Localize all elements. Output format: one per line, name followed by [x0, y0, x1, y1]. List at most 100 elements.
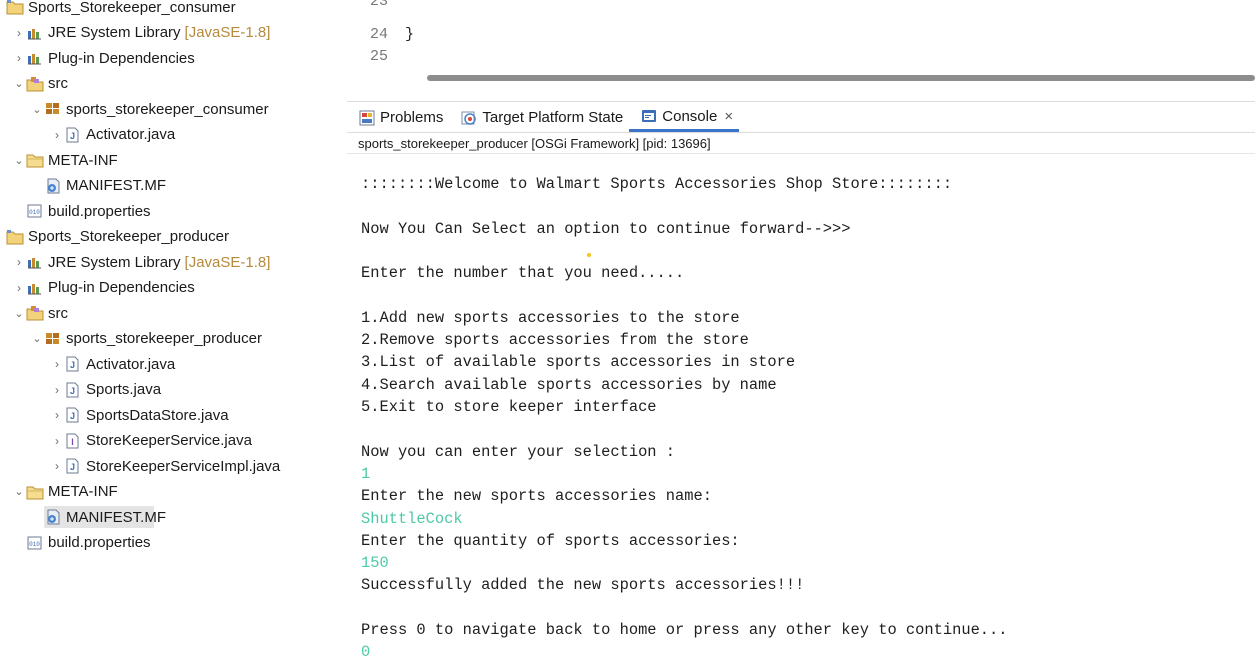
- chevron-right-icon[interactable]: ›: [50, 357, 64, 371]
- console-icon: [641, 108, 657, 124]
- tree-item[interactable]: Sports_Storekeeper_producer: [0, 225, 347, 249]
- package-explorer: Sports_Storekeeper_consumer › JRE System L…: [0, 0, 347, 660]
- tree-item-label: Sports.java: [86, 381, 162, 398]
- code-editor[interactable]: 23 24 } 25: [347, 0, 1255, 92]
- svg-text:010: 010: [29, 541, 40, 548]
- source-folder-icon: [26, 305, 44, 321]
- console-output-line: Now You Can Select an option to continue…: [361, 219, 851, 238]
- console-output-line: Successfully added the new sports access…: [361, 576, 805, 595]
- source-folder-icon: [26, 76, 44, 92]
- tree-item-label: src: [48, 75, 68, 92]
- tree-item[interactable]: › JRE System Library [JavaSE-1.8]: [0, 21, 347, 45]
- chevron-down-icon[interactable]: ⌄: [12, 154, 26, 167]
- tree-item[interactable]: › J Activator.java: [0, 123, 347, 147]
- tab-target-platform-state[interactable]: Target Platform State: [449, 103, 629, 132]
- console-output-line: Enter the number that you need.....: [361, 264, 685, 283]
- java-file-icon: J: [64, 407, 82, 423]
- tab-problems[interactable]: Problems: [347, 103, 449, 132]
- tab-console[interactable]: Console ×: [629, 103, 740, 132]
- tree-item[interactable]: 010 build.properties: [0, 199, 347, 223]
- svg-text:J: J: [70, 462, 75, 472]
- console-input-line: 0: [361, 643, 371, 661]
- tree-item-label: META-INF: [48, 483, 118, 500]
- folder-icon: [26, 484, 44, 500]
- console-output-line: 1.Add new sports accessories to the stor…: [361, 308, 740, 327]
- svg-text:010: 010: [29, 209, 40, 216]
- library-icon: [26, 50, 44, 66]
- console-output-line: ::::::::Welcome to Walmart Sports Access…: [361, 175, 953, 193]
- tree-item-label: StoreKeeperServiceImpl.java: [86, 457, 281, 475]
- console-output-line: 3.List of available sports accessories i…: [361, 353, 796, 372]
- chevron-down-icon[interactable]: ⌄: [30, 332, 44, 345]
- package-icon: [44, 331, 62, 347]
- chevron-right-icon[interactable]: ›: [50, 383, 64, 397]
- tree-item[interactable]: › J Activator.java: [0, 352, 347, 376]
- chevron-right-icon[interactable]: ›: [12, 255, 26, 269]
- tree-item-label: Sports_Storekeeper_producer: [28, 228, 229, 245]
- close-icon[interactable]: ×: [724, 108, 733, 125]
- chevron-down-icon[interactable]: ⌄: [12, 307, 26, 320]
- tab-label: Target Platform State: [482, 109, 624, 126]
- java-file-icon: J: [64, 356, 82, 372]
- tree-item[interactable]: ⌄ META-INF: [0, 148, 347, 172]
- tree-item[interactable]: › J Sports.java: [0, 378, 347, 402]
- chevron-right-icon[interactable]: ›: [50, 459, 64, 473]
- chevron-right-icon[interactable]: ›: [50, 434, 64, 448]
- svg-text:J: J: [70, 131, 75, 141]
- console-input-line: 1: [361, 464, 371, 483]
- tree-item-label: JRE System Library: [48, 253, 181, 271]
- tree-item[interactable]: ⌄ src: [0, 301, 347, 325]
- chevron-down-icon[interactable]: ⌄: [30, 103, 44, 116]
- console-output-line: Press 0 to navigate back to home or pres…: [361, 621, 1008, 639]
- tree-item-label: META-INF: [48, 151, 118, 169]
- console-input-line: ShuttleCock: [361, 509, 463, 528]
- target-platform-icon: [461, 110, 477, 126]
- tree-item[interactable]: ⌄ sports_storekeeper_producer: [0, 327, 347, 351]
- tree-item[interactable]: › JRE System Library [JavaSE-1.8]: [0, 250, 347, 274]
- tree-item[interactable]: ⌄ src: [0, 72, 347, 96]
- chevron-down-icon[interactable]: ⌄: [12, 77, 26, 90]
- tree-item[interactable]: › Plug-in Dependencies: [0, 276, 347, 300]
- tree-item-label: src: [48, 304, 68, 322]
- tree-item[interactable]: › J StoreKeeperServiceImpl.java: [0, 454, 347, 478]
- tree-item[interactable]: › J SportsDataStore.java: [0, 403, 347, 427]
- library-icon: [26, 25, 44, 41]
- tree-item-label: MANIFEST.MF: [66, 508, 166, 526]
- svg-text:J: J: [70, 360, 75, 370]
- console-output[interactable]: ::::::::Welcome to Walmart Sports Access…: [347, 155, 1255, 661]
- tree-item[interactable]: MANIFEST.MF: [0, 174, 347, 198]
- properties-icon: 010: [26, 535, 44, 551]
- chevron-right-icon[interactable]: ›: [12, 26, 26, 40]
- tree-item[interactable]: MANIFEST.MF: [0, 505, 347, 529]
- manifest-icon: [44, 509, 62, 525]
- library-icon: [26, 280, 44, 296]
- problems-icon: [359, 110, 375, 126]
- chevron-right-icon[interactable]: ›: [50, 408, 64, 422]
- line-number: 24: [370, 26, 389, 43]
- tree-item[interactable]: 010 build.properties: [0, 531, 347, 555]
- tree-item-label: Activator.java: [86, 355, 176, 373]
- tree-item[interactable]: › Plug-in Dependencies: [0, 46, 347, 70]
- console-output-line: 2.Remove sports accessories from the sto…: [361, 331, 749, 350]
- chevron-right-icon[interactable]: ›: [12, 281, 26, 295]
- tree-item-label: MANIFEST.MF: [66, 177, 166, 194]
- code-line[interactable]: }: [405, 26, 414, 43]
- tree-item[interactable]: ⌄ META-INF: [0, 480, 347, 504]
- tree-item-label: JRE System Library: [48, 24, 181, 41]
- console-input-line: 150: [361, 554, 389, 573]
- chevron-down-icon[interactable]: ⌄: [12, 485, 26, 498]
- manifest-icon: [44, 178, 62, 194]
- tree-item[interactable]: ⌄ sports_storekeeper_consumer: [0, 97, 347, 121]
- horizontal-scrollbar[interactable]: [427, 75, 1255, 81]
- chevron-right-icon[interactable]: ›: [50, 128, 64, 142]
- tree-item-label: sports_storekeeper_consumer: [66, 100, 269, 118]
- tree-item[interactable]: Sports_Storekeeper_consumer: [0, 0, 347, 19]
- chevron-right-icon[interactable]: ›: [12, 51, 26, 65]
- tree-item[interactable]: › I StoreKeeperService.java: [0, 429, 347, 453]
- tab-label: Console: [662, 107, 718, 125]
- svg-text:J: J: [70, 411, 75, 421]
- interface-file-icon: I: [64, 433, 82, 449]
- tree-item-label: build.properties: [48, 202, 151, 220]
- views-tab-bar: Problems Target Platform State Console ×: [347, 101, 1255, 133]
- console-output-line: Enter the quantity of sports accessories…: [361, 531, 740, 550]
